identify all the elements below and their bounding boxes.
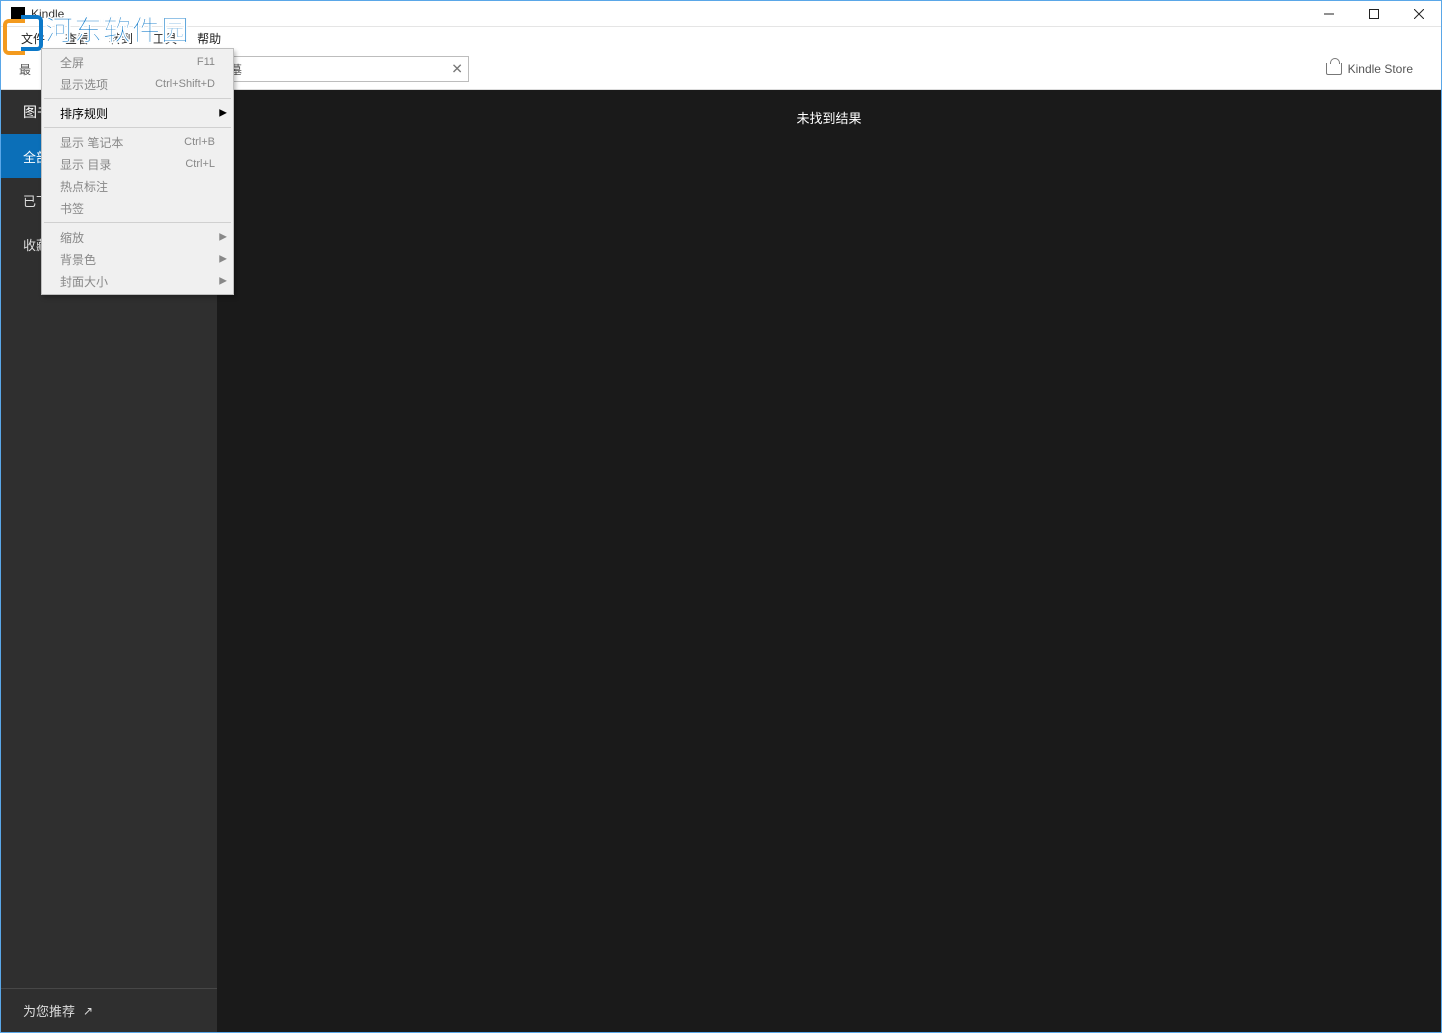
close-button[interactable]: [1396, 1, 1441, 26]
menu-item-显示 目录: 显示 目录 Ctrl+L: [42, 153, 233, 175]
external-link-icon: ↗: [83, 1004, 93, 1018]
sidebar-recommend[interactable]: 为您推荐 ↗: [1, 988, 217, 1032]
maximize-button[interactable]: [1351, 1, 1396, 26]
menu-item-label: 全屏: [60, 54, 84, 71]
menu-item-缩放: 缩放 ▶: [42, 226, 233, 248]
menu-item-shortcut: Ctrl+L: [185, 158, 215, 170]
app-icon: [11, 7, 25, 21]
menu-item-全屏: 全屏 F11: [42, 51, 233, 73]
menu-item-热点标注: 热点标注: [42, 175, 233, 197]
view-menu-dropdown: 全屏F11显示选项Ctrl+Shift+D排序规则▶显示 笔记本Ctrl+B显示…: [41, 48, 234, 295]
minimize-button[interactable]: [1306, 1, 1351, 26]
menu-tools[interactable]: 工具: [143, 28, 187, 49]
kindle-store-link[interactable]: Kindle Store: [1326, 62, 1441, 76]
menu-item-label: 书签: [60, 200, 84, 217]
menu-item-封面大小: 封面大小 ▶: [42, 270, 233, 292]
menu-file[interactable]: 文件: [11, 28, 55, 49]
menubar: 文件 查看 转到 工具 帮助: [1, 27, 1441, 49]
menu-separator: [44, 98, 231, 99]
submenu-arrow-icon: ▶: [219, 232, 227, 243]
no-results-label: 未找到结果: [217, 90, 1441, 127]
menu-item-显示 笔记本: 显示 笔记本 Ctrl+B: [42, 131, 233, 153]
titlebar: Kindle: [1, 1, 1441, 27]
cart-icon: [1326, 63, 1342, 75]
sidebar-recommend-label: 为您推荐: [23, 1001, 75, 1020]
menu-item-label: 背景色: [60, 251, 96, 268]
submenu-arrow-icon: ▶: [219, 276, 227, 287]
menu-item-排序规则[interactable]: 排序规则 ▶: [42, 102, 233, 124]
menu-separator: [44, 222, 231, 223]
menu-item-label: 显示 目录: [60, 156, 111, 173]
menu-item-label: 热点标注: [60, 178, 108, 195]
clear-search-icon[interactable]: ✕: [451, 61, 463, 78]
window-title: Kindle: [31, 7, 64, 21]
kindle-store-label: Kindle Store: [1348, 62, 1413, 76]
menu-item-书签: 书签: [42, 197, 233, 219]
search-input[interactable]: [209, 56, 469, 82]
menu-view[interactable]: 查看: [55, 28, 99, 49]
menu-item-label: 显示 笔记本: [60, 134, 123, 151]
menu-item-背景色: 背景色 ▶: [42, 248, 233, 270]
submenu-arrow-icon: ▶: [219, 254, 227, 265]
toolbar-left-label: 最: [19, 61, 31, 78]
menu-help[interactable]: 帮助: [187, 28, 231, 49]
menu-item-显示选项: 显示选项 Ctrl+Shift+D: [42, 73, 233, 95]
menu-item-label: 缩放: [60, 229, 84, 246]
menu-item-shortcut: F11: [197, 56, 215, 68]
menu-item-label: 封面大小: [60, 273, 108, 290]
submenu-arrow-icon: ▶: [219, 108, 227, 119]
menu-item-label: 排序规则: [60, 105, 108, 122]
main-content: 未找到结果: [217, 90, 1441, 1032]
menu-item-shortcut: Ctrl+Shift+D: [155, 78, 215, 90]
menu-goto[interactable]: 转到: [99, 28, 143, 49]
menu-item-label: 显示选项: [60, 76, 108, 93]
menu-separator: [44, 127, 231, 128]
menu-item-shortcut: Ctrl+B: [184, 136, 215, 148]
